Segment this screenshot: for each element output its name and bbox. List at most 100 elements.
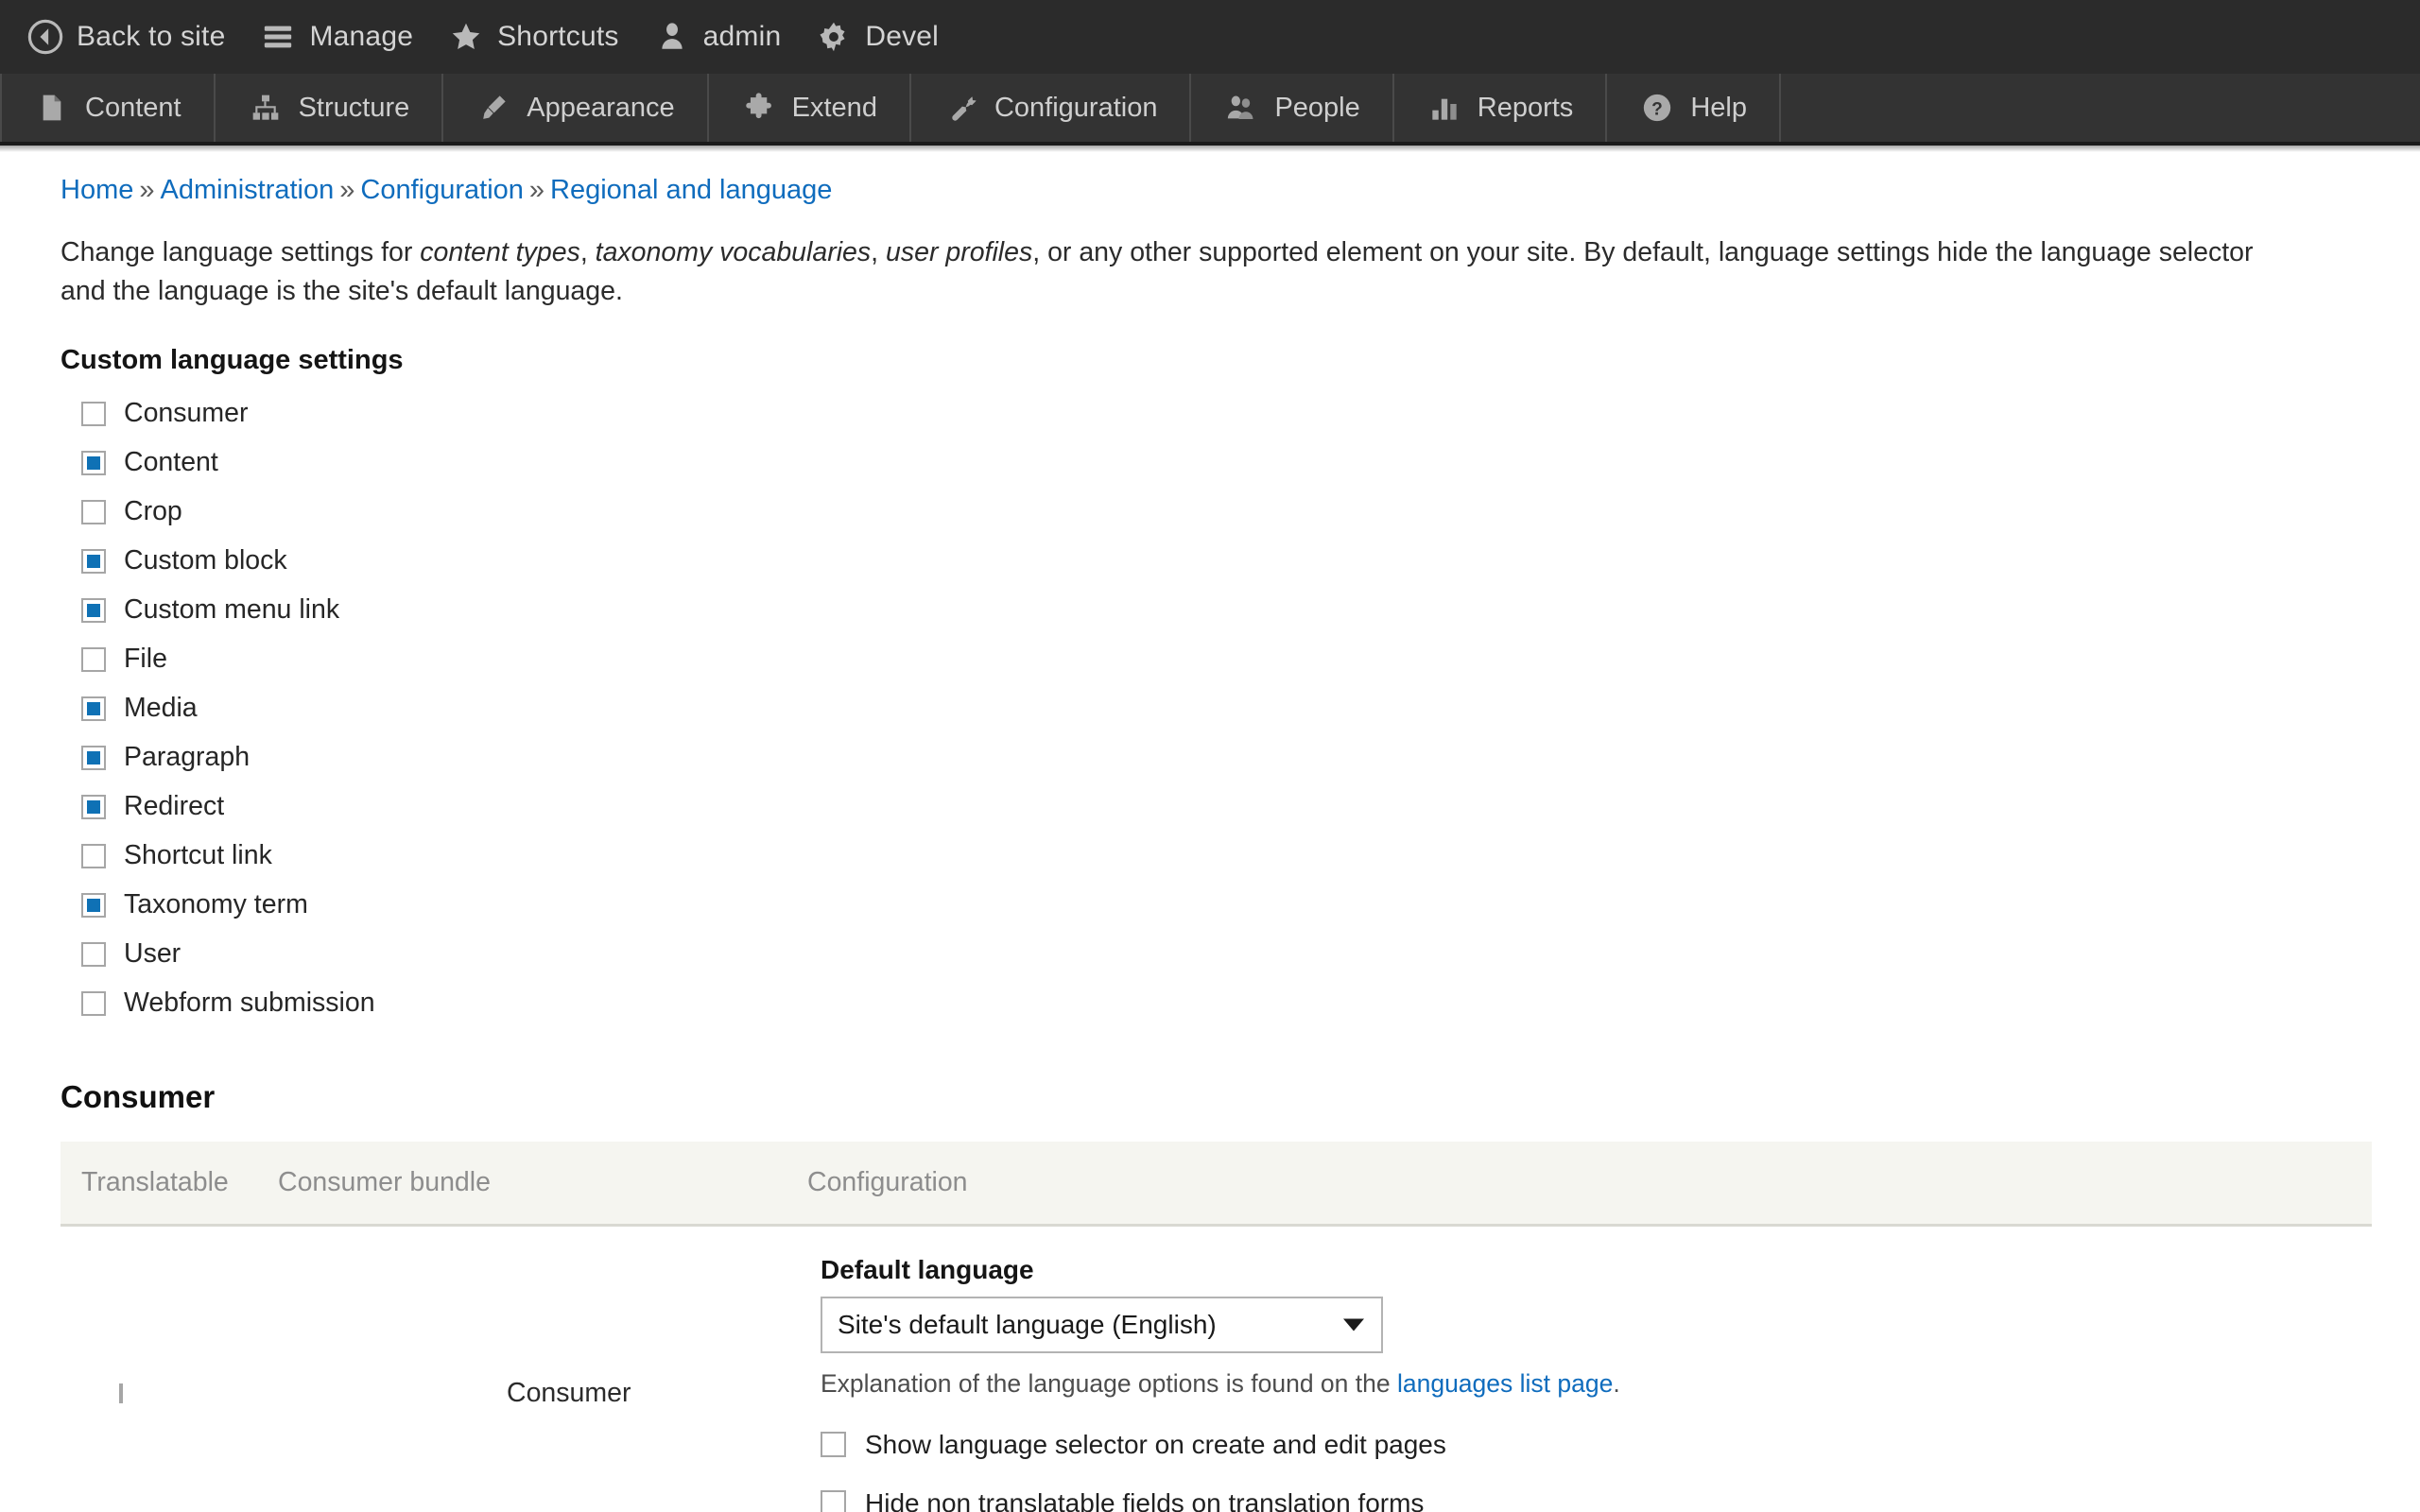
checkbox-label-webform-submission: Webform submission: [124, 988, 375, 1019]
menu-tab-people[interactable]: People: [1191, 74, 1394, 142]
checkbox-row-media[interactable]: Media: [81, 684, 2373, 733]
checkbox-label-custom-menu-link: Custom menu link: [124, 594, 340, 626]
toolbar-item-back-to-site[interactable]: Back to site: [17, 0, 250, 74]
checkbox-paragraph[interactable]: [81, 745, 106, 770]
menu-empty-space: [1780, 74, 2420, 142]
menu-tab-help[interactable]: ? Help: [1607, 74, 1781, 142]
checkbox-taxonomy-term[interactable]: [81, 892, 106, 918]
menu-label-structure: Structure: [298, 92, 410, 123]
breadcrumb-link-regional-and-language[interactable]: Regional and language: [550, 175, 832, 205]
table-head: Translatable Consumer bundle Configurati…: [60, 1141, 2372, 1227]
checkbox-shortcut-link[interactable]: [81, 843, 106, 868]
toolbar-label-back-to-site: Back to site: [77, 21, 226, 52]
column-header-consumer-bundle: Consumer bundle: [278, 1141, 807, 1227]
description-suffix: .: [1613, 1368, 1620, 1398]
breadcrumb-separator: »: [139, 175, 155, 205]
checkbox-row-custom-menu-link[interactable]: Custom menu link: [81, 586, 2373, 635]
menu-label-extend: Extend: [791, 92, 877, 123]
checkbox-row-content[interactable]: Content: [81, 438, 2373, 488]
checkbox-media[interactable]: [81, 696, 106, 721]
checkbox-label-taxonomy-term: Taxonomy term: [124, 889, 308, 920]
toolbar-item-manage[interactable]: Manage: [250, 0, 438, 74]
menu-tab-reports[interactable]: Reports: [1394, 74, 1608, 142]
menu-tab-extend[interactable]: Extend: [709, 74, 911, 142]
toolbar-item-shortcuts[interactable]: Shortcuts: [438, 0, 644, 74]
paintbrush-icon: [475, 90, 511, 126]
checkbox-row-user[interactable]: User: [81, 930, 2373, 979]
checkbox-translatable-consumer[interactable]: [119, 1383, 123, 1403]
cell-translatable: [60, 1225, 278, 1512]
intro-em-taxonomy-vocabularies: taxonomy vocabularies: [595, 236, 872, 267]
checkbox-crop[interactable]: [81, 499, 106, 524]
checkbox-show-language-selector[interactable]: [821, 1432, 846, 1458]
checkbox-row-paragraph[interactable]: Paragraph: [81, 733, 2373, 782]
menu-tab-appearance[interactable]: Appearance: [443, 74, 709, 142]
menu-label-help: Help: [1690, 92, 1747, 123]
star-icon: [447, 18, 485, 56]
checkbox-user[interactable]: [81, 941, 106, 967]
default-language-select[interactable]: Site's default language (English): [821, 1296, 1383, 1353]
checkbox-redirect[interactable]: [81, 794, 106, 819]
consumer-section-title: Consumer: [60, 1078, 216, 1114]
checkbox-webform-submission[interactable]: [81, 990, 106, 1016]
back-circle-icon: [26, 18, 64, 56]
label-show-language-selector: Show language selector on create and edi…: [865, 1429, 1446, 1459]
table-row: Consumer Default language Site's default…: [60, 1225, 2372, 1512]
toolbar-label-manage: Manage: [309, 21, 414, 52]
menu-tab-content[interactable]: Content: [0, 74, 216, 142]
checkbox-hide-non-translatable-fields[interactable]: [821, 1490, 846, 1512]
checkbox-row-shortcut-link[interactable]: Shortcut link: [81, 832, 2373, 881]
default-language-description: Explanation of the language options is f…: [821, 1369, 2372, 1399]
checkbox-content[interactable]: [81, 450, 106, 475]
menu-tab-structure[interactable]: Structure: [216, 74, 444, 142]
breadcrumb-link-configuration[interactable]: Configuration: [360, 175, 524, 205]
label-hide-non-translatable-fields: Hide non translatable fields on translat…: [865, 1487, 1425, 1512]
checkbox-row-redirect[interactable]: Redirect: [81, 782, 2373, 832]
breadcrumb-separator: »: [528, 175, 545, 205]
page-content: Home» Administration» Configuration» Region…: [0, 152, 2420, 1512]
toolbar-item-admin-user[interactable]: admin: [644, 0, 806, 74]
option-row-hide-non-translatable-fields[interactable]: Hide non translatable fields on translat…: [821, 1474, 2372, 1512]
table-body: Consumer Default language Site's default…: [60, 1225, 2372, 1512]
checkbox-label-shortcut-link: Shortcut link: [124, 840, 272, 871]
description-prefix: Explanation of the language options is f…: [821, 1368, 1397, 1398]
intro-em-user-profiles: user profiles: [886, 236, 1033, 267]
sitemap-icon: [248, 90, 284, 126]
checkbox-label-file: File: [124, 644, 167, 675]
checkbox-row-custom-block[interactable]: Custom block: [81, 537, 2373, 586]
toolbar-shadow: [0, 146, 2420, 152]
admin-toolbar: Back to site Manage Shortcuts admin Deve…: [0, 0, 2420, 74]
checkbox-label-redirect: Redirect: [124, 791, 225, 822]
intro-em-content-types: content types: [420, 236, 580, 267]
custom-language-settings-list: Consumer Content Crop Custom block Custo…: [81, 389, 2373, 1028]
checkbox-custom-block[interactable]: [81, 548, 106, 574]
checkbox-custom-menu-link[interactable]: [81, 597, 106, 623]
checkbox-row-file[interactable]: File: [81, 635, 2373, 684]
puzzle-icon: [741, 90, 777, 126]
breadcrumb: Home» Administration» Configuration» Region…: [60, 173, 2373, 209]
checkbox-row-crop[interactable]: Crop: [81, 488, 2373, 537]
checkbox-row-consumer[interactable]: Consumer: [81, 389, 2373, 438]
custom-language-settings-title: Custom language settings: [60, 344, 404, 375]
consumer-settings-table: Translatable Consumer bundle Configurati…: [60, 1141, 2372, 1512]
intro-text-part1: Change language settings for: [60, 236, 421, 267]
option-row-show-language-selector[interactable]: Show language selector on create and edi…: [821, 1416, 2372, 1474]
checkbox-row-taxonomy-term[interactable]: Taxonomy term: [81, 881, 2373, 930]
menu-tab-configuration[interactable]: Configuration: [911, 74, 1192, 142]
toolbar-item-devel[interactable]: Devel: [805, 0, 963, 74]
menu-label-people: People: [1274, 92, 1360, 123]
checkbox-label-content: Content: [124, 447, 218, 478]
toolbar-label-admin-user: admin: [702, 21, 782, 52]
wrench-icon: [943, 90, 979, 126]
checkbox-consumer[interactable]: [81, 401, 106, 426]
checkbox-label-paragraph: Paragraph: [124, 742, 251, 773]
checkbox-label-user: User: [124, 938, 182, 970]
checkbox-file[interactable]: [81, 646, 106, 672]
languages-list-page-link[interactable]: languages list page: [1397, 1369, 1613, 1398]
checkbox-row-webform-submission[interactable]: Webform submission: [81, 979, 2373, 1028]
breadcrumb-link-home[interactable]: Home: [60, 175, 133, 205]
breadcrumb-link-administration[interactable]: Administration: [161, 175, 335, 205]
checkbox-label-custom-block: Custom block: [124, 545, 287, 576]
toolbar-label-devel: Devel: [865, 21, 940, 52]
user-icon: [653, 18, 691, 56]
